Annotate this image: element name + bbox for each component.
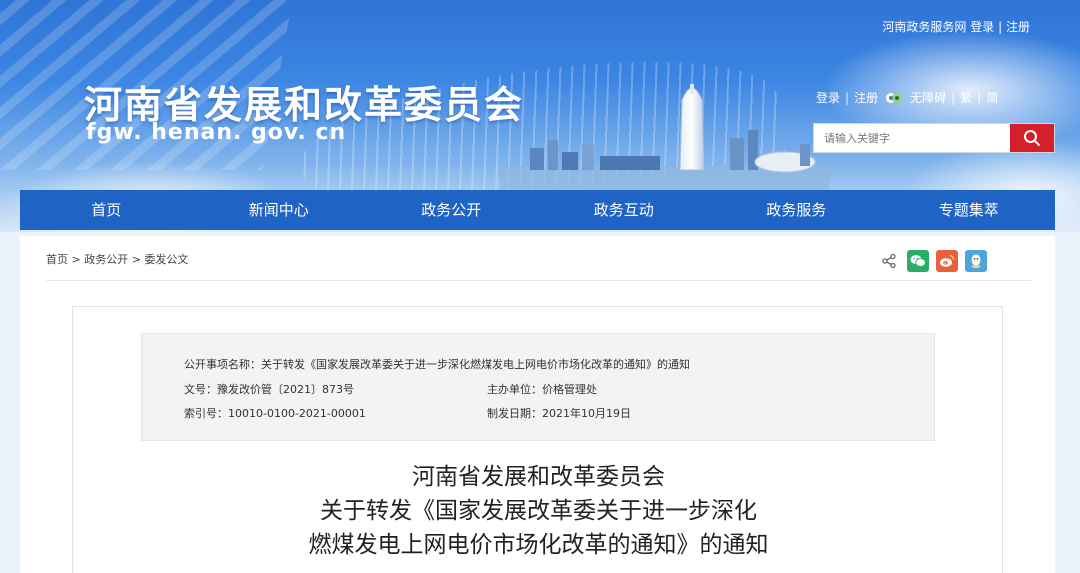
department-row: 主办单位：价格管理处 bbox=[487, 381, 597, 397]
breadcrumb-documents[interactable]: 委发公文 bbox=[144, 253, 188, 266]
qq-icon[interactable] bbox=[965, 250, 987, 272]
separator: | bbox=[998, 20, 1003, 34]
breadcrumb-gov-affairs-public[interactable]: 政务公开 bbox=[84, 253, 128, 266]
top-register-link[interactable]: 注册 bbox=[1006, 20, 1030, 34]
search-input[interactable] bbox=[814, 124, 1010, 152]
nav-item-home[interactable]: 首页 bbox=[20, 190, 193, 230]
department-label: 主办单位： bbox=[487, 383, 542, 396]
accessibility-link[interactable]: 无障碍 bbox=[910, 89, 946, 106]
accessibility-icon[interactable] bbox=[885, 91, 903, 105]
search-button[interactable] bbox=[1010, 124, 1054, 152]
top-links: 河南政务服务网 登录 | 注册 bbox=[882, 18, 1030, 35]
nav-item-news[interactable]: 新闻中心 bbox=[193, 190, 366, 230]
tool-links: 登录 | 注册 无障碍 | 繁 | 简 bbox=[816, 89, 998, 106]
document-title-line: 河南省发展和改革委员会 bbox=[412, 464, 665, 490]
issue-date-label: 制发日期： bbox=[487, 407, 542, 420]
content-panel: 首页 > 政务公开 > 委发公文 公开事项名称：关于转发《国家发展改革委关于进一… bbox=[20, 236, 1055, 573]
doc-number-value: 豫发改价管〔2021〕873号 bbox=[217, 383, 354, 396]
doc-number-row: 文号：豫发改价管〔2021〕873号 bbox=[184, 381, 354, 397]
portal-link[interactable]: 河南政务服务网 bbox=[882, 20, 966, 34]
site-domain: fgw. henan. gov. cn bbox=[86, 120, 347, 145]
document-title-line: 燃煤发电上网电价市场化改革的通知》的通知 bbox=[308, 532, 769, 558]
item-name-value: 关于转发《国家发展改革委关于进一步深化燃煤发电上网电价市场化改革的通知》的通知 bbox=[261, 358, 690, 371]
doc-number-label: 文号： bbox=[184, 383, 217, 396]
index-label: 索引号： bbox=[184, 407, 228, 420]
index-value: 10010-0100-2021-00001 bbox=[228, 407, 366, 420]
share-bar bbox=[878, 250, 987, 272]
divider bbox=[46, 280, 1031, 281]
index-row: 索引号：10010-0100-2021-00001 bbox=[184, 405, 366, 421]
register-link[interactable]: 注册 bbox=[854, 89, 878, 106]
document-title-line: 关于转发《国家发展改革委关于进一步深化 bbox=[320, 498, 757, 524]
nav-item-gov-services[interactable]: 政务服务 bbox=[710, 190, 883, 230]
search-box bbox=[813, 123, 1055, 153]
top-login-link[interactable]: 登录 bbox=[970, 20, 994, 34]
city-skyline-image bbox=[500, 84, 830, 190]
search-icon bbox=[1024, 130, 1040, 146]
document-info-box: 公开事项名称：关于转发《国家发展改革委关于进一步深化燃煤发电上网电价市场化改革的… bbox=[141, 333, 935, 441]
item-name-row: 公开事项名称：关于转发《国家发展改革委关于进一步深化燃煤发电上网电价市场化改革的… bbox=[184, 356, 690, 372]
separator: | bbox=[845, 90, 850, 105]
breadcrumb-home[interactable]: 首页 bbox=[46, 253, 68, 266]
article-container: 公开事项名称：关于转发《国家发展改革委关于进一步深化燃煤发电上网电价市场化改革的… bbox=[72, 306, 1003, 573]
share-icon[interactable] bbox=[878, 250, 900, 272]
simplified-chinese-link[interactable]: 简 bbox=[986, 89, 998, 106]
nav-item-gov-interaction[interactable]: 政务互动 bbox=[538, 190, 711, 230]
nav-item-gov-affairs-public[interactable]: 政务公开 bbox=[365, 190, 538, 230]
issue-date-value: 2021年10月19日 bbox=[542, 407, 631, 420]
traditional-chinese-link[interactable]: 繁 bbox=[960, 89, 972, 106]
main-nav: 首页 新闻中心 政务公开 政务互动 政务服务 专题集萃 bbox=[20, 190, 1055, 230]
breadcrumb-separator: > bbox=[131, 253, 141, 266]
separator: | bbox=[951, 90, 956, 105]
breadcrumb-separator: > bbox=[71, 253, 81, 266]
separator: | bbox=[977, 90, 982, 105]
issue-date-row: 制发日期：2021年10月19日 bbox=[487, 405, 631, 421]
weibo-icon[interactable] bbox=[936, 250, 958, 272]
item-name-label: 公开事项名称： bbox=[184, 358, 261, 371]
wechat-icon[interactable] bbox=[907, 250, 929, 272]
nav-item-topics[interactable]: 专题集萃 bbox=[883, 190, 1056, 230]
login-link[interactable]: 登录 bbox=[816, 89, 840, 106]
document-title: 河南省发展和改革委员会 关于转发《国家发展改革委关于进一步深化 燃煤发电上网电价… bbox=[73, 460, 1004, 562]
breadcrumb: 首页 > 政务公开 > 委发公文 bbox=[46, 251, 188, 267]
department-value: 价格管理处 bbox=[542, 383, 597, 396]
